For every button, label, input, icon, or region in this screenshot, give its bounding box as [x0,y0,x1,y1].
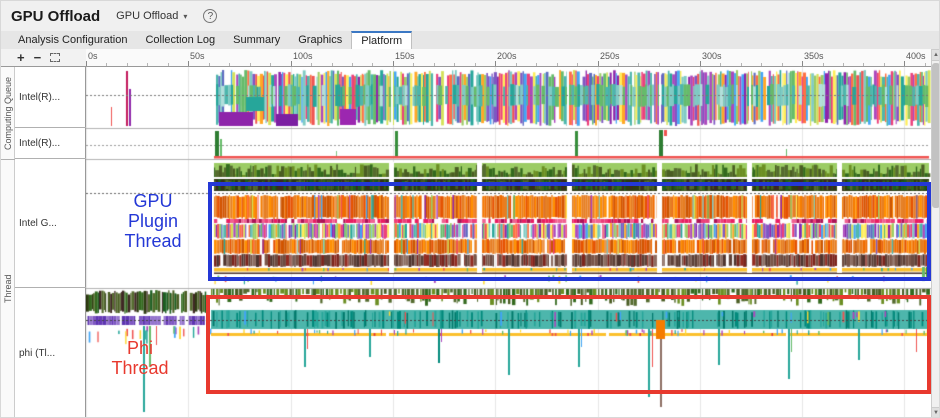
tab-summary[interactable]: Summary [224,31,289,49]
scroll-down-icon[interactable]: ▼ [931,407,940,418]
ruler-major-tick [291,61,292,66]
ruler-minor-tick [127,63,128,66]
ruler-minor-tick [577,63,578,66]
row-label-intel-queue-2[interactable]: Intel(R)... [15,128,86,159]
chevron-down-icon: ▾ [183,12,187,21]
row-label-phi-thread[interactable]: phi (Tl... [15,288,86,418]
ruler-minor-tick [434,63,435,66]
tab-graphics[interactable]: Graphics [289,31,351,49]
ruler-minor-tick [638,63,639,66]
ruler-tick-label: 100s [293,51,313,61]
ruler-tick-label: 50s [190,51,205,61]
timeline-toolbar: + − [1,49,86,67]
ruler-major-tick [598,61,599,66]
zoom-out-button[interactable]: − [34,51,42,64]
ruler-minor-tick [884,63,885,66]
ruler-minor-tick [925,63,926,66]
ruler-minor-tick [454,63,455,66]
ruler-minor-tick [372,63,373,66]
header: GPU Offload GPU Offload ▾ ? [1,1,940,31]
ruler-tick-label: 300s [702,51,722,61]
ruler-major-tick [802,61,803,66]
timeline-canvas[interactable] [86,67,931,418]
tab-bar: Analysis Configuration Collection Log Su… [1,31,940,50]
ruler-minor-tick [782,63,783,66]
zoom-in-button[interactable]: + [17,51,25,64]
ruler-minor-tick [270,63,271,66]
scroll-up-icon[interactable]: ▲ [931,49,940,61]
vtune-platform-window: GPU Offload GPU Offload ▾ ? Analysis Con… [0,0,940,418]
ruler-minor-tick [557,63,558,66]
ruler-minor-tick [352,63,353,66]
ruler-minor-tick [679,63,680,66]
ruler-minor-tick [229,63,230,66]
ruler-minor-tick [209,63,210,66]
ruler-major-tick [393,61,394,66]
ruler-minor-tick [823,63,824,66]
ruler-minor-tick [863,63,864,66]
ruler-tick-label: 150s [395,51,415,61]
analysis-type-label: GPU Offload [116,10,178,22]
ruler-minor-tick [106,63,107,66]
ruler-minor-tick [475,63,476,66]
group-label-thread: Thread [1,159,15,418]
ruler-minor-tick [720,63,721,66]
ruler-minor-tick [311,63,312,66]
ruler-minor-tick [618,63,619,66]
zoom-selection-icon[interactable] [50,53,60,62]
ruler-minor-tick [147,63,148,66]
ruler-minor-tick [741,63,742,66]
ruler-major-tick [495,61,496,66]
row-label-gpu-plugin-thread[interactable]: Intel G... [15,159,86,288]
ruler-minor-tick [516,63,517,66]
ruler-minor-tick [168,63,169,66]
ruler-major-tick [188,61,189,66]
ruler-tick-label: 0s [88,51,98,61]
tab-platform[interactable]: Platform [351,31,412,49]
ruler-minor-tick [250,63,251,66]
ruler-minor-tick [536,63,537,66]
ruler-minor-tick [413,63,414,66]
row-label-intel-queue-1[interactable]: Intel(R)... [15,67,86,128]
ruler-minor-tick [659,63,660,66]
ruler-major-tick [86,61,87,66]
ruler-major-tick [700,61,701,66]
page-title: GPU Offload [11,8,100,25]
scrollbar-thumb[interactable] [932,63,940,208]
ruler-minor-tick [332,63,333,66]
ruler-tick-label: 400s [906,51,926,61]
ruler-major-tick [904,61,905,66]
ruler-minor-tick [761,63,762,66]
group-label-computing-queue: Computing Queue [1,67,15,159]
ruler-tick-label: 200s [497,51,517,61]
tab-collection-log[interactable]: Collection Log [136,31,224,49]
tab-analysis-configuration[interactable]: Analysis Configuration [9,31,136,49]
ruler-minor-tick [843,63,844,66]
ruler-tick-label: 350s [804,51,824,61]
ruler-tick-label: 250s [600,51,620,61]
time-ruler[interactable]: 0s 50s 100s 150s 200s 250s 300s 350s 400s [86,49,931,67]
group-divider [1,159,15,160]
help-icon[interactable]: ? [203,9,217,23]
analysis-type-dropdown[interactable]: GPU Offload ▾ [116,10,187,22]
